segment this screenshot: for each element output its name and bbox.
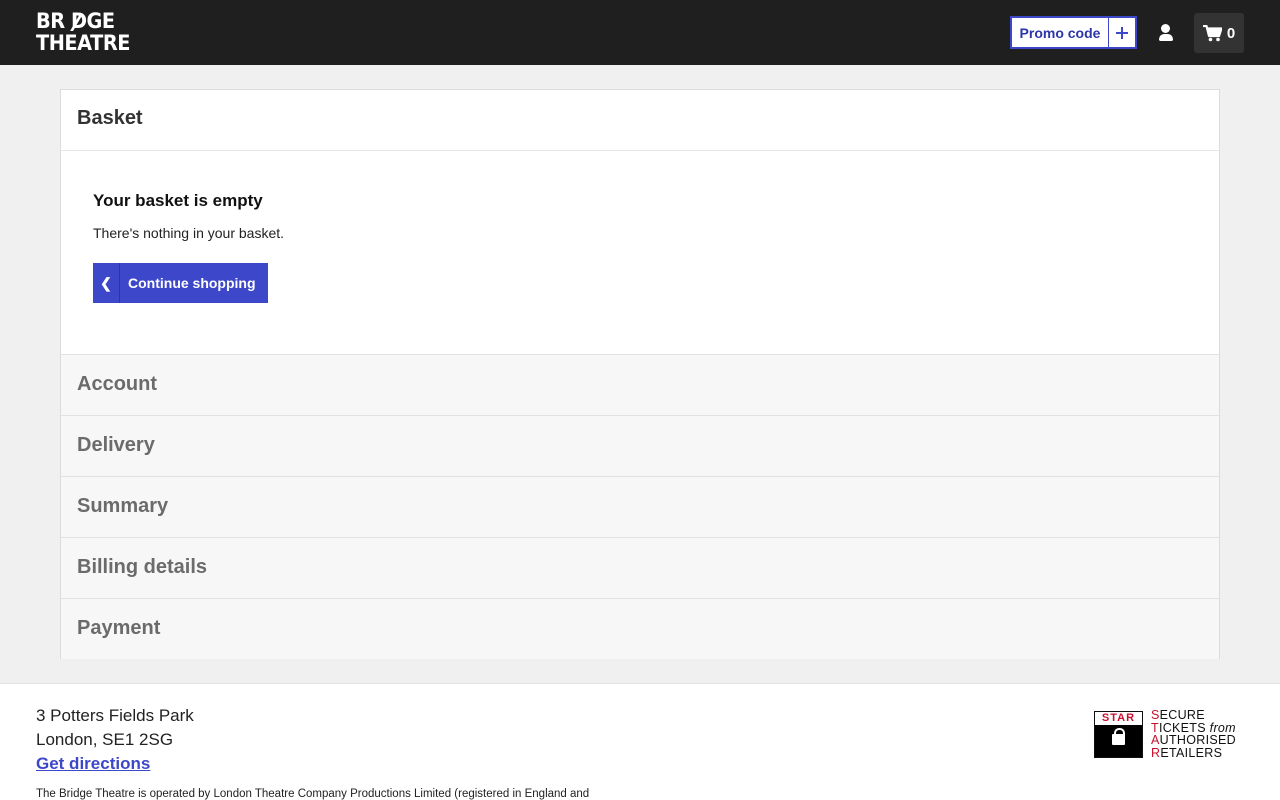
step-account[interactable]: Account [61,354,1219,415]
empty-basket-heading: Your basket is empty [93,191,263,210]
checkout-panel: Basket Your basket is empty There's noth… [60,89,1220,659]
plus-icon [1108,18,1135,47]
cart-count: 0 [1226,24,1236,42]
step-delivery[interactable]: Delivery [61,415,1219,476]
empty-basket-message: There's nothing in your basket. [93,225,285,241]
legal-text: The Bridge Theatre is operated by London… [36,788,590,800]
star-line-4: ETAILERS [1160,745,1223,760]
star-badge: STAR [1094,711,1143,758]
get-directions-link[interactable]: Get directions [36,752,194,776]
step-summary[interactable]: Summary [61,476,1219,537]
promo-code-button[interactable]: Promo code [1010,16,1137,49]
step-label: Delivery [77,434,155,456]
bridge-theatre-logo[interactable]: BR DGE THEATRE [36,11,131,55]
continue-shopping-label: Continue shopping [128,275,256,291]
continue-shopping-button[interactable]: ❮ Continue shopping [93,263,268,303]
basket-title: Basket [77,107,143,129]
user-icon-body [1159,34,1173,41]
address-line-2: London, SE1 2SG [36,730,174,749]
cart-icon [1202,24,1222,41]
lock-icon [1112,728,1125,745]
step-billing-details[interactable]: Billing details [61,537,1219,598]
theatre-address: 3 Potters Fields Park London, SE1 2SG Ge… [36,704,194,776]
star-secure-tickets-logo: STAR SECURE TICKETS from AUTHORISED RETA… [1093,709,1245,759]
step-payment[interactable]: Payment [61,598,1219,659]
cart-button[interactable]: 0 [1194,13,1244,53]
step-label: Summary [77,495,169,517]
step-label: Billing details [77,556,208,578]
site-footer: 3 Potters Fields Park London, SE1 2SG Ge… [0,683,1280,800]
top-navigation-bar: BR DGE THEATRE Promo code 0 [0,0,1280,65]
star-word: STAR [1095,712,1142,725]
basket-section-header[interactable]: Basket [61,90,1219,151]
address-line-1: 3 Potters Fields Park [36,706,194,725]
chevron-left-icon: ❮ [93,263,120,303]
basket-section-body: Your basket is empty There's nothing in … [61,151,1219,354]
account-button[interactable] [1152,17,1182,48]
logo-line-2: THEATRE [36,31,131,55]
star-cap-r: R [1151,745,1161,760]
step-label: Account [77,373,157,395]
star-slogan: SECURE TICKETS from AUTHORISED RETAILERS [1151,709,1236,759]
promo-code-label: Promo code [1019,24,1101,41]
user-icon [1161,24,1170,33]
step-label: Payment [77,617,161,639]
